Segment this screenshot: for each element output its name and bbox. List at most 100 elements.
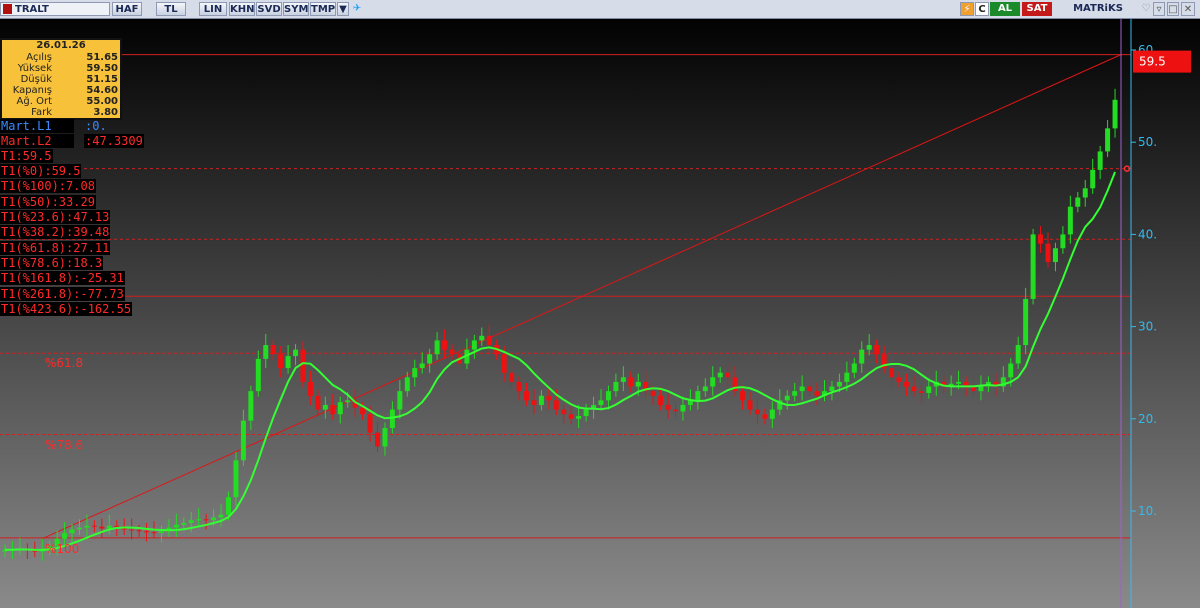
- candle-body: [419, 363, 425, 369]
- candle-body: [538, 395, 544, 405]
- candle-body: [397, 391, 403, 410]
- candle-body: [1030, 234, 1036, 299]
- candle-body: [442, 340, 448, 350]
- candle-body: [658, 395, 664, 405]
- candle-body: [874, 345, 880, 355]
- sell-button[interactable]: SAT: [1022, 2, 1052, 16]
- candle-body: [382, 428, 388, 447]
- sym-button[interactable]: SYM: [283, 2, 309, 16]
- candle-body: [1015, 345, 1021, 364]
- candle-body: [322, 404, 328, 410]
- haf-button[interactable]: HAF: [112, 2, 142, 16]
- candle-body: [524, 391, 529, 401]
- candle-body: [911, 386, 917, 392]
- y-tick-label: 30.: [1138, 320, 1157, 334]
- candle-body: [412, 368, 418, 378]
- candle-body: [717, 372, 723, 378]
- candle-body: [792, 391, 798, 396]
- matriks-brand: MATRiKS: [1073, 3, 1123, 14]
- candle-body: [844, 372, 850, 382]
- symbol-field[interactable]: TRALT: [0, 2, 110, 16]
- y-tick-label: 40.: [1138, 227, 1157, 241]
- row-label: Kapanış: [12, 85, 52, 96]
- candle-body: [628, 377, 634, 387]
- candle-body: [769, 409, 775, 419]
- candle-body: [255, 358, 261, 392]
- twitter-icon[interactable]: ✈: [350, 2, 364, 16]
- candle-body: [605, 391, 611, 401]
- candle-body: [77, 527, 82, 530]
- candle-body: [196, 519, 202, 521]
- row-value: 59.50: [86, 63, 118, 74]
- candle-body: [337, 402, 343, 415]
- candle-body: [270, 345, 276, 355]
- candle-body: [531, 400, 537, 405]
- panel-row: Düşük 51.15: [2, 74, 120, 85]
- candle-body: [650, 391, 656, 396]
- candle-body: [1038, 234, 1044, 244]
- candle-body: [889, 368, 895, 378]
- svd-button[interactable]: SVD: [256, 2, 282, 16]
- candle-body: [151, 532, 157, 534]
- dropdown-arrow-icon[interactable]: ▼: [337, 2, 349, 16]
- candle-body: [799, 386, 805, 392]
- y-tick-label: 20.: [1138, 412, 1157, 426]
- label-pct618: %61.8: [45, 356, 83, 370]
- candle-body: [762, 414, 768, 419]
- candle-body: [486, 335, 492, 346]
- candle-body: [144, 531, 150, 533]
- candle-body: [114, 525, 120, 527]
- maximize-icon[interactable]: □: [1167, 2, 1179, 16]
- candle-body: [218, 514, 224, 518]
- tmp-button[interactable]: TMP: [310, 2, 336, 16]
- candle-body: [754, 409, 760, 415]
- fib-label: T1(%61.8):27.11: [0, 241, 111, 255]
- matriks-logo-icon: [3, 4, 12, 14]
- alert-icon[interactable]: ⚡: [960, 2, 974, 16]
- candle-body: [375, 432, 380, 447]
- candle-body: [1052, 248, 1058, 263]
- c-button[interactable]: C: [975, 2, 989, 16]
- fib-label: T1(%38.2):39.48: [0, 225, 111, 239]
- khn-button[interactable]: KHN: [229, 2, 255, 16]
- panel-date: 26.01.26: [36, 40, 86, 51]
- row-label: Yüksek: [17, 63, 52, 74]
- price-chart[interactable]: 60.50.40.30.20.10. 59.5 %61.8 %78.6 %100: [0, 19, 1200, 608]
- label-pct100: %100: [45, 542, 79, 556]
- fib-label: T1(%23.6):47.13: [0, 210, 111, 224]
- candle-body: [1023, 298, 1029, 346]
- toolbar: TRALT HAF TL LIN KHN SVD SYM TMP ▼ ✈ ⚡ C…: [0, 0, 1200, 19]
- candle-body: [516, 381, 522, 392]
- candle-body: [360, 407, 366, 415]
- minimize-icon[interactable]: ▿: [1153, 2, 1165, 16]
- tl-button[interactable]: TL: [156, 2, 186, 16]
- ohlc-info-panel: 26.01.26 Açılış 51.65 Yüksek 59.50 Düşük 51…: [0, 38, 122, 120]
- candle-body: [330, 404, 336, 415]
- candle-body: [836, 381, 842, 387]
- candle-body: [293, 349, 299, 357]
- close-icon[interactable]: ✕: [1181, 2, 1195, 16]
- panel-row: Kapanış 54.60: [2, 85, 120, 96]
- lin-button[interactable]: LIN: [199, 2, 227, 16]
- fib-label: T1:59.5: [0, 149, 53, 163]
- fib-label: T1(%423.6):-162.55: [0, 302, 133, 316]
- candle-body: [1008, 363, 1014, 378]
- candle-body: [136, 530, 142, 532]
- candle-body: [1082, 188, 1088, 198]
- candle-body: [1090, 169, 1096, 189]
- heart-icon[interactable]: ♡: [1140, 2, 1152, 16]
- candle-body: [91, 525, 97, 527]
- candle-body: [866, 345, 872, 350]
- candle-body: [188, 520, 194, 523]
- candle-body: [896, 377, 902, 382]
- candle-body: [784, 395, 790, 401]
- candle-body: [367, 414, 373, 433]
- candle-body: [248, 391, 254, 421]
- candle-body: [561, 409, 567, 415]
- candle-body: [665, 404, 671, 410]
- candle-body: [479, 335, 485, 341]
- candle-body: [1105, 128, 1111, 152]
- panel-row: Fark 3.80: [2, 107, 120, 118]
- buy-button[interactable]: AL: [990, 2, 1020, 16]
- price-tag: 59.5: [1133, 50, 1191, 73]
